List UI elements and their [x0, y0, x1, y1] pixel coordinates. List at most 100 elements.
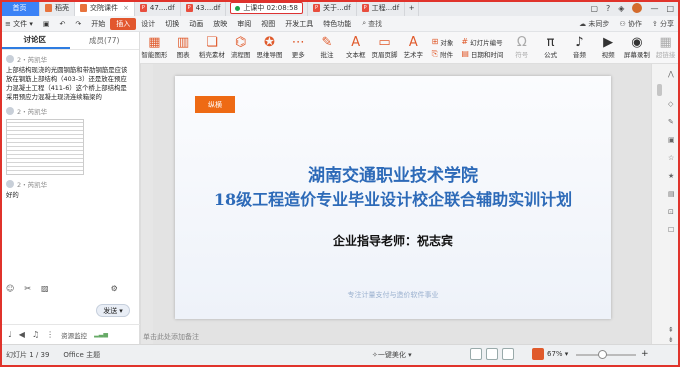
- thumbnail-strip[interactable]: [141, 64, 153, 344]
- mindmap-button[interactable]: ✪ 思维导图: [255, 32, 284, 63]
- class-timer[interactable]: 上课中 02:08:58: [226, 0, 308, 16]
- chart-button[interactable]: ▥ 图表: [169, 32, 198, 63]
- search-box[interactable]: ⌕ 查找: [356, 19, 388, 29]
- menu-animation[interactable]: 动画: [184, 19, 208, 29]
- comment-button[interactable]: ✎ 批注: [313, 32, 342, 63]
- menu-home[interactable]: 开始: [86, 19, 110, 29]
- hyperlink-icon: ▦: [659, 34, 672, 50]
- button-label: 文本框: [345, 50, 366, 59]
- menu-design[interactable]: 设计: [136, 19, 160, 29]
- scrollbar-thumb[interactable]: [657, 84, 662, 96]
- tab-label: 43....df: [195, 4, 221, 12]
- menu-view[interactable]: 视图: [256, 19, 280, 29]
- quick-save-icon[interactable]: ▣: [38, 20, 55, 28]
- shape-icon[interactable]: ◇: [668, 100, 676, 108]
- sorter-view-button[interactable]: [486, 348, 498, 360]
- resource-monitor-label[interactable]: 资源监控: [61, 330, 87, 340]
- menu-features[interactable]: 特色功能: [318, 19, 356, 29]
- menu-slideshow[interactable]: 放映: [208, 19, 232, 29]
- flowchart-button[interactable]: ⌬ 流程图: [226, 32, 255, 63]
- audio-button[interactable]: ♪ 音频: [565, 32, 594, 63]
- zoom-level[interactable]: 67% ▾: [547, 350, 568, 358]
- volume-icon[interactable]: ♫: [32, 330, 39, 339]
- collab-button[interactable]: ⚇ 协作: [619, 19, 642, 29]
- shared-image-thumbnail[interactable]: [6, 119, 84, 175]
- video-icon: ▶: [603, 34, 614, 50]
- more-button[interactable]: ⋯ 更多: [284, 32, 313, 63]
- image-icon[interactable]: ▨: [41, 284, 49, 293]
- tab-courseware[interactable]: 交院课件 ×: [75, 0, 135, 16]
- slide-title-line2[interactable]: 18级工程造价专业毕业设计校企联合辅助实训计划: [175, 186, 611, 210]
- formula-button[interactable]: π 公式: [536, 32, 565, 63]
- tab-pdf-43[interactable]: P 43....df: [181, 0, 227, 16]
- crop-icon[interactable]: ⊡: [668, 208, 676, 216]
- skin-icon[interactable]: ◈: [618, 4, 624, 13]
- slide-number-button[interactable]: # 幻灯片编号: [461, 36, 503, 48]
- wordart-button[interactable]: A 艺术字: [399, 32, 428, 63]
- hyperlink-button[interactable]: ▦ 超链接: [651, 32, 680, 63]
- share-button[interactable]: ⇪ 分享: [652, 19, 674, 29]
- date-time-button[interactable]: ▤ 日期和时间: [461, 48, 503, 60]
- header-footer-button[interactable]: ▭ 页眉页脚: [370, 32, 399, 63]
- more-icon[interactable]: ⋮: [46, 330, 54, 339]
- docer-material-button[interactable]: ❏ 稻壳素材: [198, 32, 227, 63]
- textbox-button[interactable]: A 文本框: [341, 32, 370, 63]
- notes-area[interactable]: 单击此处添加备注: [141, 332, 651, 344]
- wordart-icon: A: [408, 34, 418, 50]
- menu-developer[interactable]: 开发工具: [280, 19, 318, 29]
- object-button[interactable]: ⊞ 对象: [432, 36, 454, 48]
- menu-transition[interactable]: 切换: [160, 19, 184, 29]
- close-icon[interactable]: ×: [123, 4, 129, 12]
- new-tab-button[interactable]: +: [405, 0, 420, 16]
- layout-panel-icon[interactable]: ▤: [668, 190, 676, 198]
- maximize-icon[interactable]: □: [666, 4, 674, 13]
- animation-icon[interactable]: ★: [668, 172, 676, 180]
- scissors-icon[interactable]: ✂: [24, 284, 31, 293]
- collapse-icon[interactable]: ⋀: [668, 70, 676, 78]
- menu-review[interactable]: 审阅: [232, 19, 256, 29]
- effect-icon[interactable]: ☆: [668, 154, 676, 162]
- zoom-in-icon[interactable]: +: [641, 349, 649, 359]
- settings-icon[interactable]: ⚙: [111, 284, 118, 293]
- video-button[interactable]: ▶ 视频: [594, 32, 623, 63]
- sync-button[interactable]: ☁ 未同步: [579, 19, 609, 29]
- attachment-button[interactable]: ⎘ 附件: [432, 48, 454, 60]
- page-up-icon[interactable]: ⇞: [668, 326, 676, 334]
- slide-title-line1[interactable]: 湖南交通职业技术学院: [175, 161, 611, 186]
- tab-home[interactable]: 首页: [0, 0, 40, 16]
- menu-file[interactable]: ≡ 文件 ▾: [0, 19, 38, 29]
- slide-teacher[interactable]: 企业指导老师：祝志宾: [175, 232, 611, 249]
- normal-view-button[interactable]: [470, 348, 482, 360]
- quick-undo-icon[interactable]: ↶: [54, 20, 70, 28]
- help-panel-icon[interactable]: ☐: [668, 226, 676, 234]
- layout-icon[interactable]: ▢: [590, 4, 598, 13]
- beautify-button[interactable]: ✧一键美化 ▾: [372, 350, 412, 360]
- smart-art-icon: ▦: [148, 34, 161, 50]
- tab-pdf-gongcheng[interactable]: P 工程...df: [357, 0, 406, 16]
- symbol-button[interactable]: Ω 符号: [507, 32, 536, 63]
- microphone-icon[interactable]: ♩: [8, 330, 12, 339]
- user-icon: [6, 107, 14, 115]
- tab-pdf-guanyu[interactable]: P 关于...df: [308, 0, 357, 16]
- send-button[interactable]: 发送 ▾: [96, 304, 130, 317]
- slide-slogan[interactable]: 专注计量支付与造价软件事业: [175, 290, 611, 300]
- emoji-icon[interactable]: ☺: [6, 284, 14, 293]
- screen-record-button[interactable]: ◉ 屏幕录制: [622, 32, 651, 63]
- tab-pdf-47[interactable]: P 47....df: [135, 0, 181, 16]
- minimize-icon[interactable]: —: [650, 4, 658, 13]
- speaker-icon[interactable]: ◀: [19, 330, 25, 339]
- smart-art-button[interactable]: ▦ 智能图形: [140, 32, 169, 63]
- tab-docer[interactable]: 稻壳: [40, 0, 75, 16]
- quick-redo-icon[interactable]: ↷: [70, 20, 86, 28]
- menu-insert[interactable]: 插入: [110, 17, 137, 30]
- tab-members[interactable]: 成员(77): [70, 32, 140, 49]
- avatar[interactable]: [632, 3, 643, 13]
- play-slideshow-button[interactable]: [532, 348, 544, 360]
- style-icon[interactable]: ✎: [668, 118, 676, 126]
- page-down-icon[interactable]: ⇟: [668, 336, 676, 344]
- tab-discussion[interactable]: 讨论区: [0, 32, 70, 49]
- fill-icon[interactable]: ▣: [668, 136, 676, 144]
- help-icon[interactable]: ?: [606, 4, 610, 13]
- zoom-slider-knob[interactable]: [598, 350, 607, 359]
- reading-view-button[interactable]: [502, 348, 514, 360]
